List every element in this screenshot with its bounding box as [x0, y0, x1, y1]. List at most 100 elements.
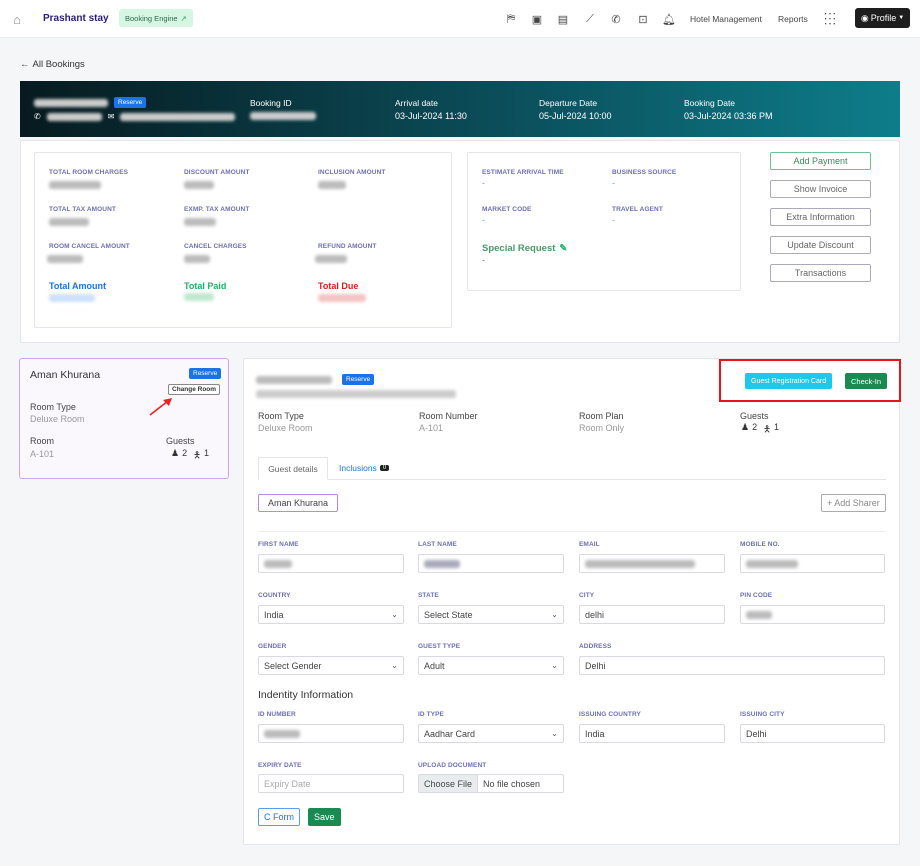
- guest-chip-aman-khurana[interactable]: Aman Khurana: [258, 494, 339, 512]
- c-form-button[interactable]: C Form: [258, 808, 300, 826]
- identity-heading: Indentity Information: [258, 689, 354, 701]
- booking-engine-button[interactable]: Booking Engine ↗: [119, 9, 193, 27]
- choose-file-button[interactable]: Choose File: [419, 775, 479, 792]
- pin-code-input[interactable]: [740, 605, 885, 624]
- red-arrow-annotation-icon: [149, 398, 172, 416]
- state-select[interactable]: Select State ⌄: [418, 605, 564, 624]
- adult-count: 2: [752, 422, 758, 432]
- check-in-button[interactable]: Check-In: [845, 373, 888, 389]
- gender-label: GENDER: [258, 643, 287, 650]
- id-number-input[interactable]: [258, 724, 404, 743]
- room-type-value: Deluxe Room: [258, 423, 313, 433]
- user-circle-icon: ◉: [860, 12, 869, 23]
- reports-link[interactable]: Reports: [778, 14, 808, 24]
- add-sharer-button[interactable]: + Add Sharer: [821, 494, 886, 512]
- issuing-country-input[interactable]: India: [579, 724, 725, 743]
- calendar-icon[interactable]: ▣: [530, 12, 544, 26]
- address-input[interactable]: Delhi: [579, 656, 885, 675]
- issuing-city-input[interactable]: Delhi: [740, 724, 885, 743]
- city-input[interactable]: delhi: [579, 605, 725, 624]
- brand-name[interactable]: Prashant stay: [43, 13, 109, 24]
- show-invoice-button[interactable]: Show Invoice: [770, 180, 871, 198]
- inclusion-amount-label: INCLUSION AMOUNT: [318, 169, 386, 176]
- chevron-down-icon: ⌄: [551, 661, 558, 670]
- home-icon[interactable]: ⌂: [10, 12, 24, 27]
- transactions-button[interactable]: Transactions: [770, 264, 871, 282]
- guest-counts: ♟ 2 🯅 1: [741, 422, 779, 438]
- upload-document-input[interactable]: Choose File No file chosen: [418, 774, 564, 793]
- refund-amount-label: REFUND AMOUNT: [318, 243, 377, 250]
- chevron-down-icon: ⌄: [551, 610, 558, 619]
- booking-banner: Reserve ✆ ✉ Booking ID Arrival date 03-J…: [20, 81, 900, 137]
- chevron-down-icon: ⌄: [551, 729, 558, 738]
- phone-icon: ✆: [34, 112, 41, 121]
- city-label: CITY: [579, 592, 595, 599]
- phone-icon[interactable]: ✆: [609, 12, 623, 26]
- country-label: COUNTRY: [258, 592, 291, 599]
- booking-id-redacted: [250, 112, 316, 120]
- email-input[interactable]: [579, 554, 725, 573]
- redacted-value: [315, 255, 347, 263]
- cancel-charges-label: CANCEL CHARGES: [184, 243, 247, 250]
- id-type-select[interactable]: Aadhar Card ⌄: [418, 724, 564, 743]
- room-card-guest-name: Aman Khurana: [30, 369, 101, 381]
- change-room-button[interactable]: Change Room: [168, 384, 221, 395]
- room-cancel-amount-label: ROOM CANCEL AMOUNT: [49, 243, 130, 250]
- first-name-input[interactable]: [258, 554, 404, 573]
- eta-value: -: [482, 178, 485, 188]
- arrival-value: 03-Jul-2024 11:30: [395, 111, 467, 121]
- travel-agent-value: -: [612, 215, 615, 225]
- guests-label: Guests: [166, 436, 195, 446]
- room-type-value: Deluxe Room: [30, 414, 85, 424]
- guest-type-select[interactable]: Adult ⌄: [418, 656, 564, 675]
- room-number-value: A-101: [419, 423, 444, 433]
- country-select[interactable]: India ⌄: [258, 605, 404, 624]
- calendar-grid-icon[interactable]: ▤: [556, 12, 570, 26]
- divider: [258, 531, 886, 532]
- tab-guest-details[interactable]: Guest details: [258, 457, 328, 480]
- room-plan-label: Room Plan: [579, 411, 624, 421]
- arrival-label: Arrival date: [395, 98, 438, 108]
- upload-document-label: UPLOAD DOCUMENT: [418, 762, 487, 769]
- id-type-label: ID TYPE: [418, 711, 444, 718]
- update-discount-button[interactable]: Update Discount: [770, 236, 871, 254]
- bed-icon[interactable]: ⛿: [504, 12, 518, 26]
- tab-inclusions[interactable]: Inclusions 0: [339, 463, 390, 473]
- last-name-input[interactable]: [418, 554, 564, 573]
- state-value: Select State: [424, 609, 473, 620]
- apps-grid-icon[interactable]: ∙∙∙ ∙∙∙ ∙∙∙: [824, 7, 837, 29]
- redacted-value: [318, 181, 346, 189]
- gender-select[interactable]: Select Gender ⌄: [258, 656, 404, 675]
- bell-icon[interactable]: 🔔︎: [662, 12, 676, 26]
- mobile-input[interactable]: [740, 554, 885, 573]
- guest-registration-card-button[interactable]: Guest Registration Card: [745, 373, 833, 389]
- save-button[interactable]: Save: [308, 808, 341, 826]
- guest-type-label: GUEST TYPE: [418, 643, 461, 650]
- chevron-down-icon: ⌄: [391, 610, 398, 619]
- caret-down-icon: ▼: [898, 15, 905, 21]
- expiry-date-input[interactable]: Expiry Date: [258, 774, 404, 793]
- room-card[interactable]: Aman Khurana Reserve Change Room Room Ty…: [19, 358, 229, 479]
- country-value: India: [264, 609, 284, 620]
- chart-icon[interactable]: ⟋: [583, 12, 597, 26]
- back-to-bookings-link[interactable]: ← All Bookings: [20, 59, 85, 70]
- departure-value: 05-Jul-2024 10:00: [539, 111, 612, 121]
- profile-dropdown[interactable]: ◉ Profile ▼: [855, 8, 910, 28]
- arrow-left-icon: ←: [20, 59, 30, 70]
- redacted-value: [49, 181, 101, 189]
- pencil-icon[interactable]: ✎: [559, 243, 567, 254]
- total-paid-label: Total Paid: [184, 281, 227, 291]
- guest-counts: ♟ 2 🯅 1: [171, 448, 209, 464]
- redacted-value: [424, 559, 460, 568]
- exmp-tax-amount-label: EXMP. TAX AMOUNT: [184, 206, 250, 213]
- extra-information-button[interactable]: Extra Information: [770, 208, 871, 226]
- business-source-label: BUSINESS SOURCE: [612, 169, 677, 176]
- redacted-value: [318, 294, 366, 302]
- status-badge: Reserve: [114, 97, 147, 108]
- add-payment-button[interactable]: Add Payment: [770, 152, 871, 170]
- guest-type-value: Adult: [424, 660, 445, 671]
- discount-amount-label: DISCOUNT AMOUNT: [184, 169, 250, 176]
- hotel-management-link[interactable]: Hotel Management: [690, 14, 762, 24]
- cash-icon[interactable]: ⊡: [636, 12, 650, 26]
- phone-redacted: [46, 112, 102, 121]
